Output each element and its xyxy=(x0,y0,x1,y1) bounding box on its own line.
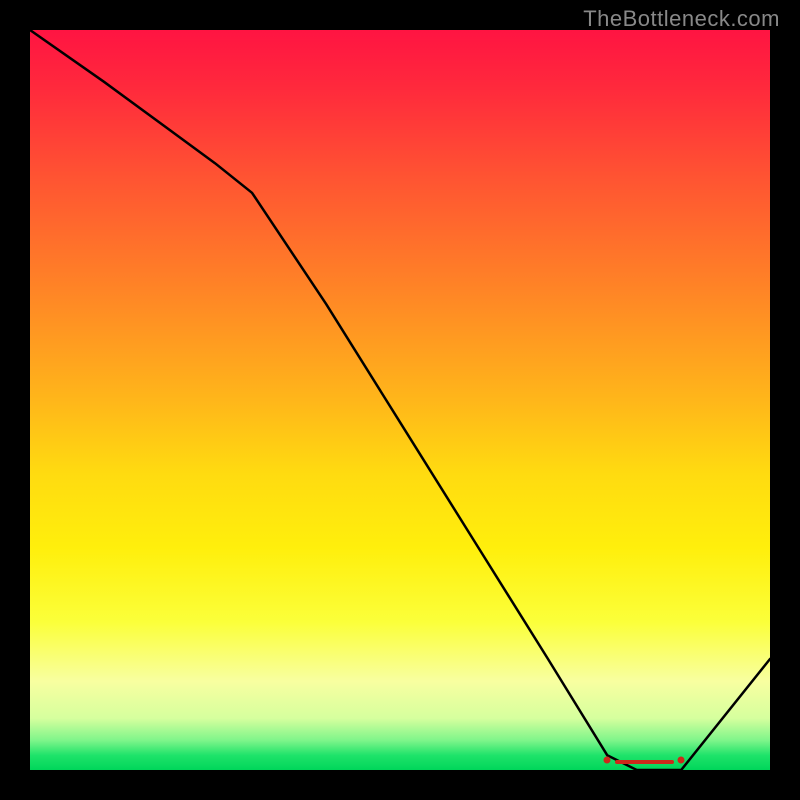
line-chart-svg xyxy=(30,30,770,770)
optimal-marker-group xyxy=(30,746,770,766)
optimal-marker-dash xyxy=(615,760,674,764)
plot-area xyxy=(30,30,770,770)
optimal-marker-dot xyxy=(678,757,685,764)
watermark-text: TheBottleneck.com xyxy=(583,6,780,32)
chart-frame: TheBottleneck.com xyxy=(0,0,800,800)
optimal-marker-dot xyxy=(604,757,611,764)
bottleneck-curve-path xyxy=(30,30,770,770)
